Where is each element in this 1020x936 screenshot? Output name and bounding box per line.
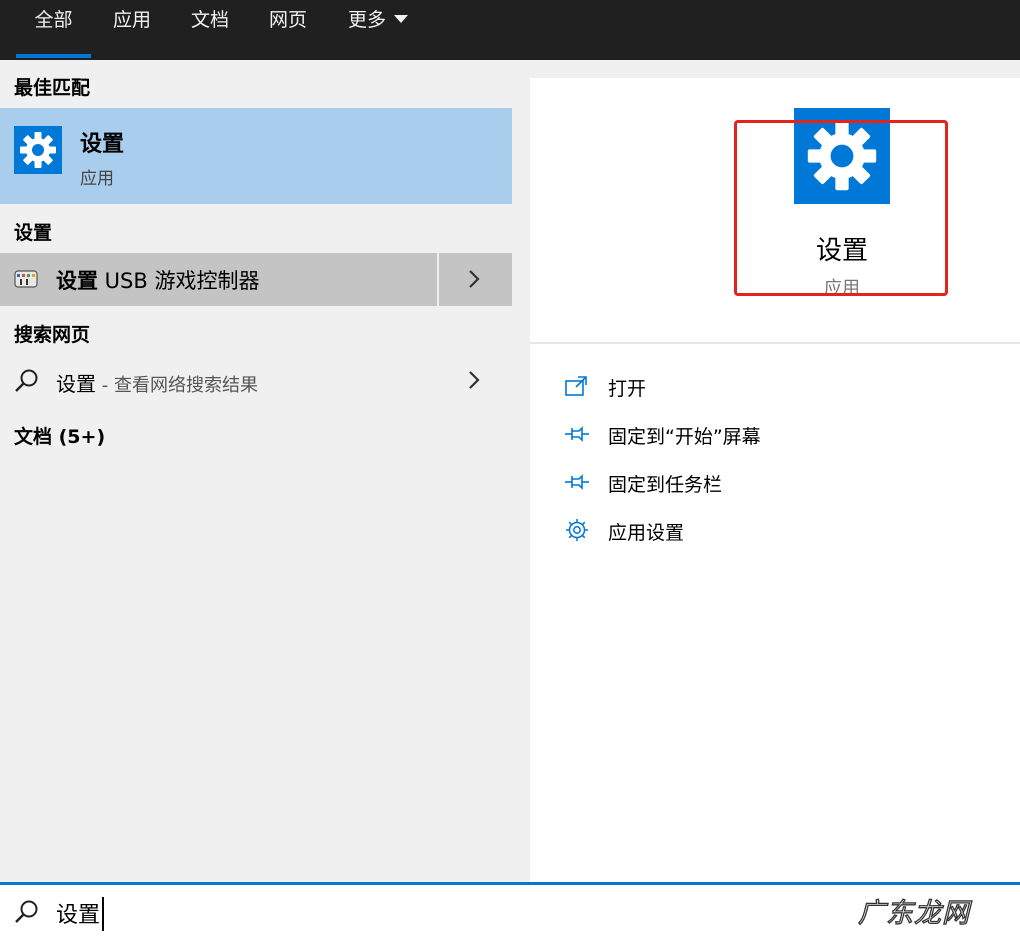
text-cursor bbox=[102, 897, 104, 931]
tab-documents[interactable]: 文档 bbox=[182, 0, 238, 60]
tab-documents-label: 文档 bbox=[190, 9, 229, 31]
annotation-highlight-box bbox=[734, 120, 948, 296]
usb-label-rest: USB 游戏控制器 bbox=[98, 269, 260, 293]
web-result-suffix: - 查看网络搜索结果 bbox=[96, 375, 258, 396]
tab-more[interactable]: 更多 bbox=[338, 0, 418, 60]
tab-more-label: 更多 bbox=[347, 9, 386, 31]
results-panel: 最佳匹配 设置 应用 设置 设置 USB 游戏控制器 搜索网页 设置 - 查看网… bbox=[0, 60, 512, 882]
chevron-right-icon bbox=[469, 270, 480, 288]
settings-heading: 设置 bbox=[14, 222, 53, 244]
search-input[interactable] bbox=[56, 893, 756, 933]
filter-tab-bar: 全部 应用 文档 网页 更多 bbox=[0, 0, 1020, 60]
action-open[interactable]: 打开 bbox=[564, 370, 964, 404]
best-match-heading: 最佳匹配 bbox=[14, 77, 91, 99]
chevron-down-icon bbox=[394, 14, 408, 23]
usb-controller-label: 设置 USB 游戏控制器 bbox=[56, 265, 259, 295]
best-match-item-settings[interactable]: 设置 应用 bbox=[0, 108, 512, 204]
search-icon bbox=[15, 369, 38, 392]
gear-icon bbox=[20, 132, 56, 168]
tab-all[interactable]: 全部 bbox=[16, 0, 91, 60]
action-pin-to-taskbar[interactable]: 固定到任务栏 bbox=[564, 466, 964, 500]
game-controller-settings-icon bbox=[14, 270, 38, 288]
search-web-heading: 搜索网页 bbox=[14, 324, 91, 346]
action-pin-taskbar-label: 固定到任务栏 bbox=[608, 474, 723, 496]
best-match-subtitle: 应用 bbox=[80, 169, 114, 189]
usb-controller-item[interactable]: 设置 USB 游戏控制器 bbox=[0, 253, 436, 306]
search-icon bbox=[15, 900, 38, 923]
preview-divider bbox=[530, 342, 1020, 344]
web-result-query: 设置 bbox=[56, 372, 96, 396]
tab-web-label: 网页 bbox=[268, 9, 307, 31]
action-open-label: 打开 bbox=[608, 378, 647, 400]
watermark-text: 广东龙网 bbox=[857, 897, 970, 929]
search-bar: 广东龙网 bbox=[0, 882, 1020, 936]
usb-label-bold: 设置 bbox=[56, 269, 98, 293]
chevron-right-icon bbox=[469, 371, 480, 389]
pin-icon bbox=[565, 426, 589, 442]
documents-heading[interactable]: 文档 (5+) bbox=[14, 422, 105, 449]
open-icon bbox=[565, 376, 587, 396]
action-pin-start-label: 固定到“开始”屏幕 bbox=[608, 426, 761, 448]
usb-expand-button[interactable] bbox=[439, 253, 512, 306]
pin-icon bbox=[565, 474, 589, 490]
action-pin-to-start[interactable]: 固定到“开始”屏幕 bbox=[564, 418, 964, 452]
settings-result-usb: 设置 USB 游戏控制器 bbox=[0, 253, 512, 306]
web-result-label: 设置 - 查看网络搜索结果 bbox=[56, 368, 258, 397]
action-app-settings-label: 应用设置 bbox=[608, 522, 685, 544]
action-app-settings[interactable]: 应用设置 bbox=[564, 514, 964, 548]
tab-web[interactable]: 网页 bbox=[260, 0, 316, 60]
tab-apps[interactable]: 应用 bbox=[104, 0, 160, 60]
web-search-result[interactable]: 设置 - 查看网络搜索结果 bbox=[0, 356, 512, 408]
tab-apps-label: 应用 bbox=[112, 9, 151, 31]
gear-icon bbox=[566, 519, 588, 541]
tab-all-label: 全部 bbox=[34, 9, 73, 31]
settings-app-icon bbox=[14, 126, 62, 174]
preview-panel: 设置 应用 打开 固定到“开始”屏幕 固定到任务栏 应用设置 bbox=[530, 78, 1020, 882]
best-match-title: 设置 bbox=[80, 132, 125, 157]
